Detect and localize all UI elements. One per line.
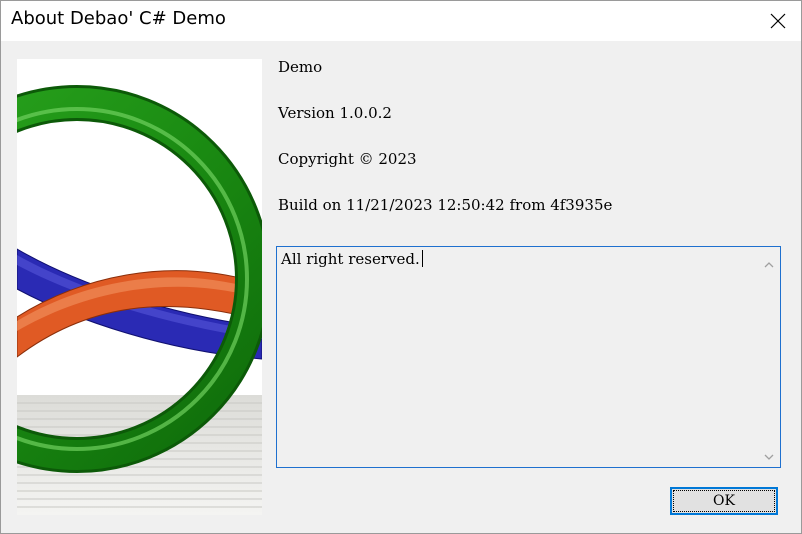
text-caret — [421, 250, 423, 267]
window-title: About Debao' C# Demo — [11, 8, 226, 29]
title-bar: About Debao' C# Demo — [1, 1, 801, 41]
version-label: Version 1.0.0.2 — [278, 104, 392, 122]
build-label: Build on 11/21/2023 12:50:42 from 4f3935… — [278, 196, 613, 214]
close-icon — [770, 13, 786, 29]
ok-button[interactable]: OK — [670, 487, 778, 515]
product-name: Demo — [278, 58, 323, 76]
description-textbox[interactable]: All right reserved. — [276, 246, 781, 468]
about-dialog: About Debao' C# Demo Demo Version 1.0.0.… — [0, 0, 802, 534]
copyright-label: Copyright © 2023 — [278, 150, 417, 168]
chevron-up-icon[interactable] — [763, 256, 775, 268]
focus-rect — [673, 490, 775, 512]
chevron-down-icon[interactable] — [763, 448, 775, 460]
description-text: All right reserved. — [281, 250, 420, 268]
product-logo-image — [17, 59, 262, 515]
close-button[interactable] — [755, 1, 801, 41]
vertical-scrollbar[interactable] — [758, 247, 780, 467]
